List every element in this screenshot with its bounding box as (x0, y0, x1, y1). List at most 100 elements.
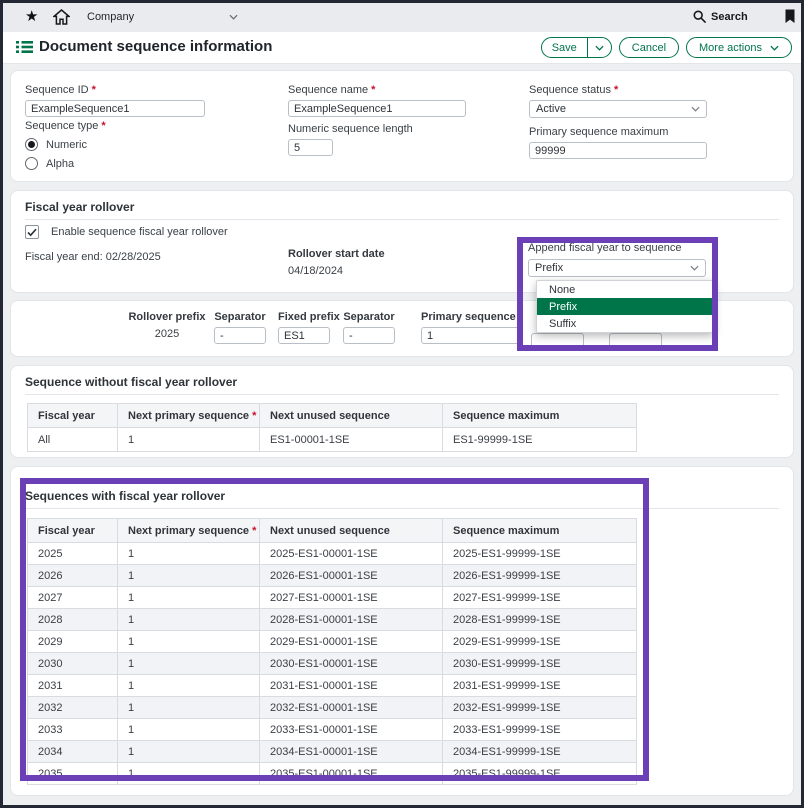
sequence-status-label: Sequence status (529, 84, 611, 96)
fixed-prefix-field: Fixed prefix (278, 311, 330, 344)
dropdown-option-prefix[interactable]: Prefix (537, 298, 713, 315)
append-fiscal-year-select[interactable]: Prefix (528, 259, 706, 277)
table-row[interactable]: 203212032-ES1-00001-1SE2032-ES1-99999-1S… (28, 697, 637, 719)
sequence-id-input[interactable] (25, 100, 205, 117)
company-menu[interactable]: Company (87, 11, 134, 23)
radio-numeric[interactable]: Numeric (25, 138, 106, 151)
record-list-icon[interactable] (16, 40, 33, 54)
numeric-sequence-length-field: Numeric sequence length (288, 123, 413, 156)
sequence-name-label: Sequence name (288, 84, 368, 96)
sequence-name-input[interactable] (288, 100, 466, 117)
rollover-prefix-label: Rollover prefix (115, 311, 219, 323)
page-title: Document sequence information (39, 38, 272, 55)
home-icon[interactable] (53, 9, 70, 25)
more-actions-label: More actions (699, 42, 762, 54)
radio-numeric-circle (25, 138, 38, 151)
fiscal-section-heading: Fiscal year rollover (25, 200, 134, 214)
save-menu-button[interactable] (587, 38, 611, 57)
top-nav-bar: ★ Company Search (3, 3, 801, 33)
section-divider (25, 508, 779, 509)
search-icon (693, 10, 706, 23)
sequences-with-rollover-table: Fiscal year Next primary sequence* Next … (27, 518, 637, 785)
check-icon (27, 228, 37, 237)
chevron-down-icon[interactable] (229, 14, 238, 20)
table-row[interactable]: 202812028-ES1-00001-1SE2028-ES1-99999-1S… (28, 609, 637, 631)
sequence-status-value: Active (536, 103, 566, 115)
radio-alpha-circle (25, 157, 38, 170)
enable-rollover-checkbox-row[interactable]: Enable sequence fiscal year rollover (25, 225, 228, 239)
favorites-star-icon[interactable]: ★ (25, 9, 38, 25)
primary-sequence-maximum-input[interactable] (529, 142, 707, 159)
append-fiscal-year-value: Prefix (535, 262, 563, 274)
suffix-input[interactable] (609, 333, 662, 350)
primary-sequence-input[interactable] (421, 327, 521, 344)
separator1-field: Separator (214, 311, 266, 344)
section-divider (25, 394, 779, 395)
table-header-row: Fiscal year Next primary sequence* Next … (28, 404, 637, 428)
numeric-sequence-length-input[interactable] (288, 139, 333, 156)
table-row[interactable]: 202912029-ES1-00001-1SE2029-ES1-99999-1S… (28, 631, 637, 653)
save-button[interactable]: Save (542, 38, 587, 57)
required-asterisk: * (252, 410, 256, 422)
fixed-prefix-input[interactable] (278, 327, 330, 344)
sequences-with-rollover-panel: Sequences with fiscal year rollover Fisc… (10, 466, 794, 796)
separator2-field: Separator (343, 311, 395, 344)
required-asterisk: * (371, 84, 375, 96)
append-fiscal-year-dropdown: None Prefix Suffix (536, 280, 714, 333)
save-split-button: Save (541, 37, 612, 58)
sequence-id-label: Sequence ID (25, 84, 89, 96)
col-next-unused-sequence: Next unused sequence (260, 404, 443, 428)
search-control[interactable]: Search (693, 10, 748, 23)
bookmark-icon[interactable] (784, 9, 796, 24)
separator1-label: Separator (214, 311, 266, 323)
table-row[interactable]: All 1 ES1-00001-1SE ES1-99999-1SE (28, 428, 637, 452)
sequence-form-panel: Sequence ID* Sequence name* Sequence sta… (10, 70, 794, 182)
chevron-down-icon (770, 45, 779, 51)
fiscal-year-end-text: Fiscal year end: 02/28/2025 (25, 251, 161, 263)
separator3-input[interactable] (531, 333, 584, 350)
dropdown-option-suffix[interactable]: Suffix (537, 315, 713, 332)
table-row[interactable]: 202712027-ES1-00001-1SE2027-ES1-99999-1S… (28, 587, 637, 609)
cancel-button-label: Cancel (632, 42, 666, 54)
section-divider (25, 219, 779, 220)
table-row[interactable]: 203412034-ES1-00001-1SE2034-ES1-99999-1S… (28, 741, 637, 763)
separator1-input[interactable] (214, 327, 266, 344)
rollover-start-date-value: 04/18/2024 (288, 265, 385, 277)
table-row[interactable]: 203312033-ES1-00001-1SE2033-ES1-99999-1S… (28, 719, 637, 741)
action-buttons: Save Cancel More actions (541, 37, 792, 58)
radio-numeric-label: Numeric (46, 139, 87, 151)
sequence-status-select[interactable]: Active (529, 100, 707, 118)
table-row[interactable]: 202512025-ES1-00001-1SE2025-ES1-99999-1S… (28, 543, 637, 565)
rollover-prefix-field: Rollover prefix 2025 (115, 311, 219, 340)
rollover-start-date-field: Rollover start date 04/18/2024 (288, 248, 385, 277)
table-row[interactable]: 203512035-ES1-00001-1SE2035-ES1-99999-1S… (28, 763, 637, 785)
dropdown-option-none[interactable]: None (537, 281, 713, 298)
primary-sequence-field: Primary sequence* (421, 311, 521, 344)
separator2-input[interactable] (343, 327, 395, 344)
table-row[interactable]: 202612026-ES1-00001-1SE2026-ES1-99999-1S… (28, 565, 637, 587)
primary-sequence-maximum-field: Primary sequence maximum (529, 126, 707, 159)
radio-alpha-label: Alpha (46, 158, 74, 170)
cancel-button[interactable]: Cancel (619, 37, 679, 58)
table-row[interactable]: 203012030-ES1-00001-1SE2030-ES1-99999-1S… (28, 653, 637, 675)
col-next-primary-sequence: Next primary sequence* (118, 404, 260, 428)
table-row[interactable]: 203112031-ES1-00001-1SE2031-ES1-99999-1S… (28, 675, 637, 697)
sequence-type-label: Sequence type (25, 120, 98, 132)
rollover-prefix-value: 2025 (115, 328, 219, 340)
page-title-bar: Document sequence information Save Cance… (3, 32, 801, 64)
primary-sequence-maximum-label: Primary sequence maximum (529, 126, 707, 138)
append-fiscal-year-label: Append fiscal year to sequence (528, 242, 682, 254)
more-actions-button[interactable]: More actions (686, 37, 792, 58)
enable-rollover-checkbox[interactable] (25, 225, 39, 239)
col-fiscal-year: Fiscal year (28, 519, 118, 543)
col-sequence-maximum: Sequence maximum (443, 519, 637, 543)
col-fiscal-year: Fiscal year (28, 404, 118, 428)
radio-alpha[interactable]: Alpha (25, 157, 106, 170)
primary-sequence-label: Primary sequence (421, 311, 516, 323)
required-asterisk: * (614, 84, 618, 96)
table-header-row: Fiscal year Next primary sequence* Next … (28, 519, 637, 543)
search-label: Search (711, 11, 748, 23)
sequence-name-field: Sequence name* (288, 84, 466, 117)
required-asterisk: * (252, 525, 256, 537)
app-window: ★ Company Search Document sequence infor… (0, 0, 804, 808)
